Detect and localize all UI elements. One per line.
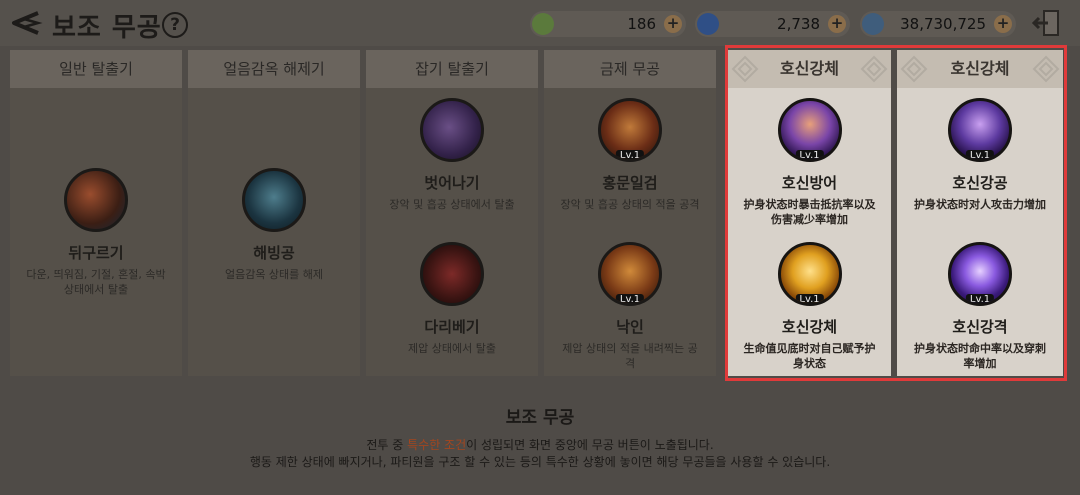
resource-gem: 2,738 + — [695, 11, 850, 37]
tab-forbidden-skill[interactable]: 금제 무공 — [544, 50, 716, 88]
skill-name: 다리베기 — [424, 318, 480, 336]
skill-icon — [242, 168, 306, 232]
skill-level: Lv.1 — [615, 294, 645, 303]
info-title: 보조 무공 — [505, 408, 575, 428]
info-text: 전투 중 — [366, 438, 408, 452]
exit-door-icon[interactable] — [1030, 9, 1064, 37]
skill-description: 얼음감옥 상태를 해제 — [224, 268, 324, 281]
skill-card[interactable]: Lv.1 낙인 제압 상태의 적을 내려찍는 공격 — [544, 242, 716, 371]
highlight-frame — [725, 45, 1067, 381]
info-text: 이 성립되면 화면 중앙에 무공 버튼이 노출됩니다. — [466, 438, 714, 452]
info-accent-text: 특수한 조건 — [407, 438, 467, 452]
resource-jade: 186 + — [530, 11, 686, 37]
category-column-grab: 잡기 탈출기 벗어나기 장악 및 흡공 상태에서 탈출 다리베기 제압 상태에서… — [366, 50, 538, 376]
skill-card[interactable]: 벗어나기 장악 및 흡공 상태에서 탈출 — [366, 98, 538, 212]
skill-description: 제압 상태에서 탈출 — [408, 342, 496, 355]
tab-general-escape[interactable]: 일반 탈출기 — [10, 50, 182, 88]
category-column-escape: 일반 탈출기 뒤구르기 다운, 띄워짐, 기절, 혼절, 속박 상태에서 탈출 — [10, 50, 182, 376]
skill-name: 홍문일검 — [602, 174, 658, 192]
skill-description: 제압 상태의 적을 내려찍는 공격 — [562, 342, 698, 370]
help-button[interactable]: ? — [162, 12, 188, 38]
resource-value: 38,730,725 — [900, 15, 986, 33]
skill-name: 뒤구르기 — [68, 244, 124, 262]
skill-icon: Lv.1 — [598, 242, 662, 306]
skill-icon — [420, 98, 484, 162]
skill-name: 해빙공 — [253, 244, 295, 262]
notification-dot — [648, 101, 657, 108]
category-column-forbidden: 금제 무공 Lv.1 홍문일검 장악 및 흡공 상태의 적을 공격 Lv.1 낙… — [544, 50, 716, 376]
blue-gem-icon — [697, 13, 719, 35]
skill-card[interactable]: 뒤구르기 다운, 띄워짐, 기절, 혼절, 속박 상태에서 탈출 — [10, 168, 182, 297]
page-title: 보조 무공 — [52, 13, 162, 43]
skill-icon — [64, 168, 128, 232]
skill-description: 다운, 띄워짐, 기절, 혼절, 속박 상태에서 탈출 — [26, 268, 166, 296]
jade-coin-icon — [532, 13, 554, 35]
add-silver-button[interactable]: + — [994, 15, 1012, 33]
skill-icon: Lv.1 — [598, 98, 662, 162]
resource-value: 2,738 — [777, 15, 820, 33]
silver-coin-icon — [862, 13, 884, 35]
skill-level: Lv.1 — [615, 150, 645, 159]
skill-description: 장악 및 흡공 상태의 적을 공격 — [560, 198, 700, 211]
tab-grab-escape[interactable]: 잡기 탈출기 — [366, 50, 538, 88]
add-gem-button[interactable]: + — [828, 15, 846, 33]
skill-icon — [420, 242, 484, 306]
back-arrow-icon[interactable] — [8, 10, 44, 36]
skill-name: 벗어나기 — [424, 174, 480, 192]
resource-value: 186 — [627, 15, 656, 33]
add-jade-button[interactable]: + — [664, 15, 682, 33]
tab-ice-release[interactable]: 얼음감옥 해제기 — [188, 50, 360, 88]
skill-card[interactable]: Lv.1 홍문일검 장악 및 흡공 상태의 적을 공격 — [544, 98, 716, 212]
skill-description: 장악 및 흡공 상태에서 탈출 — [389, 198, 515, 211]
skill-card[interactable]: 다리베기 제압 상태에서 탈출 — [366, 242, 538, 356]
info-text-line-2: 행동 제한 상태에 빠지거나, 파티원을 구조 할 수 있는 등의 특수한 상황… — [249, 455, 831, 469]
category-column-ice: 얼음감옥 해제기 해빙공 얼음감옥 상태를 해제 — [188, 50, 360, 376]
info-text-line-1: 전투 중 특수한 조건이 성립되면 화면 중앙에 무공 버튼이 노출됩니다. — [0, 436, 1080, 453]
skill-card[interactable]: 해빙공 얼음감옥 상태를 해제 — [188, 168, 360, 282]
resource-silver: 38,730,725 + — [860, 11, 1016, 37]
skill-name: 낙인 — [616, 318, 644, 336]
